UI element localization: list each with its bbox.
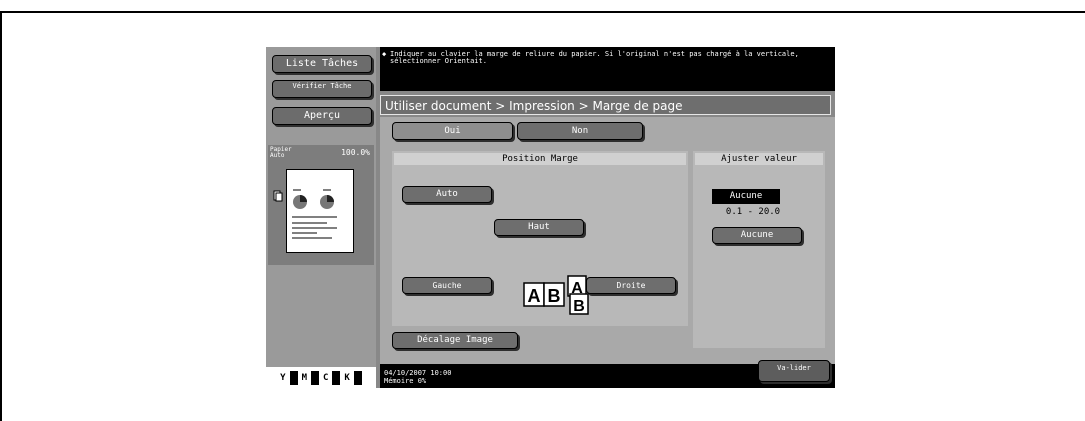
- breadcrumb: Utiliser document > Impression > Marge d…: [380, 95, 831, 115]
- auto-button[interactable]: Auto: [402, 186, 492, 203]
- page-preview: [286, 169, 354, 253]
- ab-right-b: B: [573, 298, 585, 315]
- toner-y-bar: [289, 370, 298, 385]
- ajuster-valeur-title: Ajuster valeur: [695, 153, 823, 165]
- paper-label: Papier Auto: [270, 146, 292, 159]
- oui-button[interactable]: Oui: [392, 122, 513, 140]
- margin-range: 0.1 - 20.0: [725, 207, 781, 217]
- preview-panel: Papier Auto 100.0%: [268, 145, 374, 265]
- message-bar: ◆ Indiquer au clavier la marge de reliur…: [380, 47, 835, 91]
- ab-left-b: B: [548, 286, 561, 306]
- valider-button[interactable]: Va-lider: [758, 360, 830, 382]
- haut-button[interactable]: Haut: [494, 219, 584, 236]
- frame-left-border: [0, 11, 2, 421]
- toner-m-bar: [311, 370, 319, 385]
- status-text: 04/10/2007 10:00 Mémoire 0%: [384, 369, 451, 385]
- memory-status: Mémoire 0%: [384, 377, 427, 385]
- toner-k-bar: [353, 370, 362, 385]
- info-icon: ◆: [382, 50, 387, 58]
- ajuster-valeur-section: [693, 151, 825, 348]
- gauche-button[interactable]: Gauche: [402, 277, 492, 294]
- verifier-tache-button[interactable]: Vérifier Tâche: [272, 80, 372, 98]
- main-panel: Oui Non Position Marge Auto Haut Gauche …: [380, 117, 835, 364]
- toner-k-label: K: [344, 372, 350, 383]
- instruction-message: Indiquer au clavier la marge de reliure …: [390, 50, 799, 65]
- margin-value-display: Aucune: [712, 189, 780, 204]
- toner-m-label: M: [301, 372, 307, 383]
- date-time: 04/10/2007 10:00: [384, 369, 452, 377]
- zoom-label: 100.0%: [341, 148, 370, 157]
- ab-left-a: A: [528, 286, 541, 306]
- page-thumbnail-icon: [292, 189, 337, 239]
- toner-y-label: Y: [280, 372, 286, 383]
- liste-taches-button[interactable]: Liste Tâches: [272, 55, 372, 73]
- toner-levels: Y M C K: [266, 367, 376, 388]
- toner-c-label: C: [323, 372, 329, 383]
- position-marge-title: Position Marge: [394, 153, 686, 165]
- droite-button[interactable]: Droite: [586, 277, 676, 294]
- original-icon: [273, 190, 283, 202]
- non-button[interactable]: Non: [517, 122, 643, 140]
- apercu-button[interactable]: Aperçu: [272, 107, 372, 125]
- left-column: Liste Tâches Vérifier Tâche Aperçu Papie…: [266, 47, 376, 388]
- toner-c-bar: [332, 370, 341, 385]
- frame-top-border: [0, 11, 1085, 13]
- aucune-button[interactable]: Aucune: [712, 227, 802, 244]
- control-panel-screen: Liste Tâches Vérifier Tâche Aperçu Papie…: [266, 47, 835, 388]
- decalage-image-button[interactable]: Décalage Image: [392, 332, 518, 349]
- binding-position-illustration: A B A B: [522, 274, 589, 322]
- ab-right-a: A: [571, 280, 583, 297]
